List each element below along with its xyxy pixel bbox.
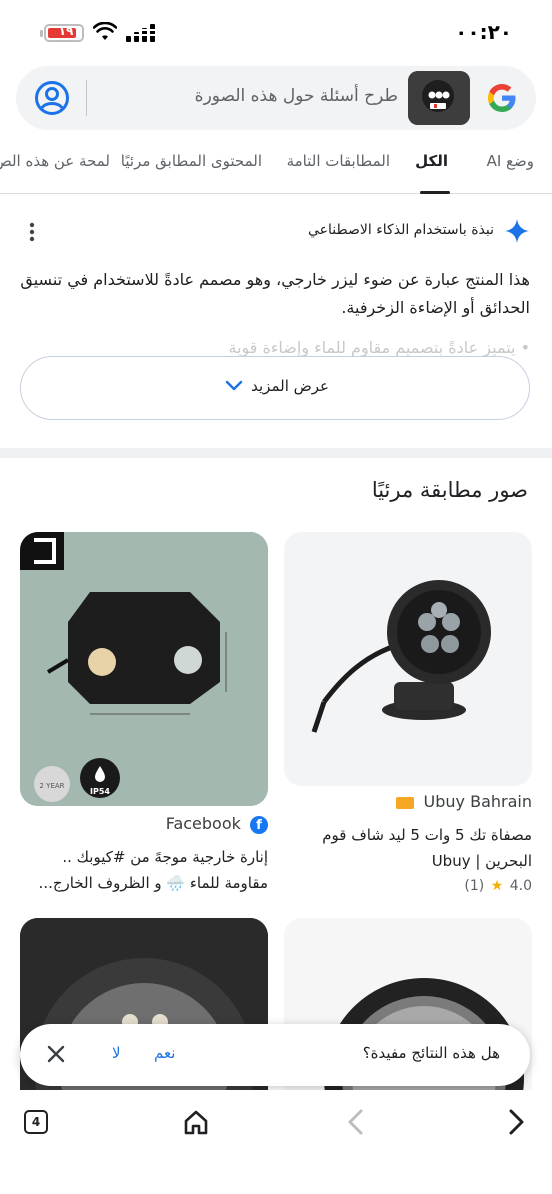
spotlight-thumbnail-graphic [408,71,470,125]
tab-ai-mode[interactable]: وضع AI [487,152,534,170]
search-divider [86,80,87,116]
result-title-ubuy[interactable]: مصفاة تك 5 وات 5 ليد شاف قوم البحرين | U… [284,822,532,874]
google-logo-icon[interactable] [486,82,518,114]
browser-bottom-nav: 4 [0,1090,552,1194]
show-more-label: عرض المزيد [251,377,329,395]
feedback-prompt: هل هذه النتائج مفيدة؟ نعم لا [20,1024,530,1086]
result-source-ubuy[interactable]: Ubuy Bahrain [396,792,532,811]
more-vert-icon[interactable] [28,222,36,242]
status-bar: ١٩ ٠٠:٢٠ [0,0,552,62]
lamp-closeup-graphic [20,918,268,1118]
star-icon: ★ [490,878,504,894]
search-tabs: وضع AI الكل المطابقات التامة المحتوى الم… [0,140,552,194]
source-name: Ubuy Bahrain [423,792,532,811]
result-title-facebook[interactable]: إنارة خارجية موجهً من #كيوبك .. مقاومة ل… [20,844,268,896]
lamp-closeup-graphic [284,918,532,1118]
ubuy-favicon-icon [396,796,415,809]
forward-arrow-icon[interactable] [504,1108,528,1136]
status-time: ٠٠:٢٠ [455,20,512,44]
feedback-question: هل هذه النتائج مفيدة؟ [362,1044,500,1062]
svg-text:2 YEAR: 2 YEAR [39,782,64,790]
chevron-down-icon [225,380,243,391]
rating-count: (1) [464,878,485,894]
source-name: Facebook [165,814,241,833]
tab-about-image[interactable]: لمحة عن هذه الص [0,152,110,170]
rating-value: 4.0 [509,878,532,894]
account-icon[interactable] [34,80,70,116]
feedback-yes-button[interactable]: نعم [154,1044,175,1062]
result-image-3[interactable] [284,918,532,1118]
ai-overview: نبذة باستخدام الذكاء الاصطناعي هذا المنت… [0,196,552,448]
ai-overview-title: نبذة باستخدام الذكاء الاصطناعي [308,222,494,238]
gemini-sparkle-icon [505,219,529,243]
facebook-icon: f [250,815,268,834]
tab-exact-matches[interactable]: المطابقات التامة [287,152,390,170]
wifi-icon [93,22,117,40]
image-search-bar[interactable]: طرح أسئلة حول هذه الصورة [16,66,536,130]
visual-matches-heading: صور مطابقة مرئيًا [371,478,528,502]
battery-icon: ١٩ [40,24,84,42]
back-arrow-icon[interactable] [344,1108,368,1136]
wall-light-product-graphic: 2 YEAR IP54 [20,532,268,806]
feedback-no-button[interactable]: لا [112,1044,121,1062]
search-input[interactable]: طرح أسئلة حول هذه الصورة [195,86,398,106]
section-separator [0,448,552,458]
query-image-thumbnail[interactable] [408,71,470,125]
show-more-button[interactable]: عرض المزيد [20,356,530,420]
ai-overview-text: هذا المنتج عبارة عن ضوء ليزر خارجي، وهو … [20,270,530,317]
close-icon[interactable] [46,1044,66,1064]
result-image-ubuy[interactable] [284,532,532,786]
spotlight-product-graphic [284,532,532,786]
tab-switcher-button[interactable]: 4 [24,1110,48,1134]
active-tab-indicator [420,191,450,194]
result-source-facebook[interactable]: f Facebook [166,814,268,834]
tab-all[interactable]: الكل [415,152,448,170]
tab-visual-matches[interactable]: المحتوى المطابق مرئيًا [121,152,262,170]
cellular-signal-icon [126,24,156,42]
battery-level: ١٩ [58,24,74,38]
result-image-facebook[interactable]: 2 YEAR IP54 [20,532,268,806]
home-icon[interactable] [182,1108,210,1136]
svg-text:IP54: IP54 [90,787,110,796]
result-rating: 4.0 ★ (1) [464,878,532,894]
result-image-4[interactable] [20,918,268,1118]
